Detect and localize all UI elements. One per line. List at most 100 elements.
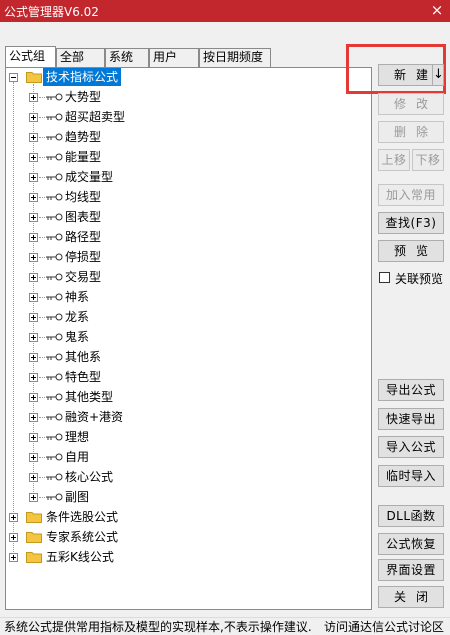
tab-by-date-frequency[interactable]: 按日期频度 [199,48,271,67]
tree-item[interactable]: 理想 [6,428,366,446]
expand-toggle[interactable] [29,113,38,122]
tree-item[interactable]: 其他类型 [6,388,366,406]
tree-item[interactable]: 趋势型 [6,128,366,146]
delete-button[interactable]: 删除 [378,121,444,143]
tree-item-label: 交易型 [65,270,102,284]
formula-key-icon [46,173,63,181]
window-title: 公式管理器V6.02 [4,5,99,19]
expand-toggle[interactable] [29,273,38,282]
formula-key-icon [46,93,63,101]
tab-system[interactable]: 系统 [105,48,149,67]
formula-restore-button[interactable]: 公式恢复 [378,533,444,555]
tree-item[interactable]: 鬼系 [6,328,366,346]
tree-item[interactable]: 超买超卖型 [6,108,366,126]
expand-toggle[interactable] [29,93,38,102]
expand-toggle[interactable] [29,213,38,222]
expand-toggle[interactable] [29,253,38,262]
tree-item[interactable]: 其他系 [6,348,366,366]
expand-toggle[interactable] [29,153,38,162]
tree-root-technical-indicators[interactable]: 技术指标公式 [6,68,366,86]
expand-toggle[interactable] [29,393,38,402]
dll-function-button[interactable]: DLL函数 [378,505,444,527]
formula-tree[interactable]: 技术指标公式大势型超买超卖型趋势型能量型成交量型均线型图表型路径型停损型交易型神… [5,67,372,610]
move-up-button[interactable]: 上移 [378,149,410,171]
tree-root-item-label: 专家系统公式 [46,530,119,544]
move-down-button[interactable]: 下移 [412,149,444,171]
tree-item[interactable]: 停损型 [6,248,366,266]
linked-preview-checkbox[interactable] [379,272,390,283]
formula-key-icon [46,413,63,421]
expand-toggle[interactable] [29,373,38,382]
formula-key-icon [46,313,63,321]
formula-key-icon [46,153,63,161]
close-button[interactable]: 关闭 [378,586,444,608]
tree-root-label[interactable]: 技术指标公式 [43,68,122,86]
close-window-button[interactable]: × [424,0,450,22]
expand-toggle[interactable] [9,513,18,522]
expand-toggle[interactable] [29,413,38,422]
formula-key-icon [46,373,63,381]
expand-toggle[interactable] [29,173,38,182]
preview-button[interactable]: 预览 [378,240,444,262]
tree-item-label: 自用 [65,450,90,464]
ui-settings-button[interactable]: 界面设置 [378,559,444,581]
tree-item[interactable]: 成交量型 [6,168,366,186]
tree-item[interactable]: 核心公式 [6,468,366,486]
expand-toggle[interactable] [29,473,38,482]
tree-item-label: 理想 [65,430,90,444]
formula-key-icon [46,133,63,141]
formula-forum-link[interactable]: 访问通达信公式讨论区 [324,619,444,635]
expand-toggle[interactable] [29,493,38,502]
tree-item-label: 其他类型 [65,390,114,404]
tree-item[interactable]: 副图 [6,488,366,506]
folder-icon [26,512,42,523]
quick-export-button[interactable]: 快速导出 [378,408,444,430]
tree-item[interactable]: 均线型 [6,188,366,206]
tab-formula-group[interactable]: 公式组 [5,46,56,67]
tree-item-label: 大势型 [65,90,102,104]
expand-toggle[interactable] [29,333,38,342]
formula-key-icon [46,213,63,221]
tree-root-item[interactable]: 条件选股公式 [6,508,366,526]
formula-key-icon [46,473,63,481]
tab-user[interactable]: 用户 [149,48,199,67]
expand-toggle[interactable] [9,533,18,542]
tree-root-item[interactable]: 专家系统公式 [6,528,366,546]
expand-toggle[interactable] [29,133,38,142]
tree-item[interactable]: 融资+港资 [6,408,366,426]
title-bar: 公式管理器V6.02 × [0,0,450,22]
import-formula-button[interactable]: 导入公式 [378,436,444,458]
tree-item-label: 成交量型 [65,170,114,184]
expand-toggle[interactable] [29,313,38,322]
expand-toggle[interactable] [29,433,38,442]
tree-item-label: 特色型 [65,370,102,384]
status-bar: 系统公式提供常用指标及模型的实现样本,不表示操作建议. 访问通达信公式讨论区 [0,617,450,635]
find-button[interactable]: 查找(F3) [378,212,444,234]
tab-all[interactable]: 全部 [56,48,105,67]
collapse-toggle[interactable] [9,73,18,82]
tree-item[interactable]: 特色型 [6,368,366,386]
formula-key-icon [46,433,63,441]
export-formula-button[interactable]: 导出公式 [378,379,444,401]
expand-toggle[interactable] [29,293,38,302]
tree-item[interactable]: 神系 [6,288,366,306]
tree-item[interactable]: 能量型 [6,148,366,166]
tree-root-item[interactable]: 五彩K线公式 [6,548,366,566]
new-dropdown-arrow[interactable]: ↓ [432,64,444,86]
tree-item[interactable]: 图表型 [6,208,366,226]
tree-item[interactable]: 龙系 [6,308,366,326]
temp-import-button[interactable]: 临时导入 [378,465,444,487]
add-common-button[interactable]: 加入常用 [378,184,444,206]
tree-item[interactable]: 路径型 [6,228,366,246]
expand-toggle[interactable] [29,453,38,462]
modify-button[interactable]: 修改 [378,93,444,115]
tree-root-item-label: 条件选股公式 [46,510,119,524]
expand-toggle[interactable] [29,353,38,362]
expand-toggle[interactable] [29,193,38,202]
expand-toggle[interactable] [9,553,18,562]
tree-item[interactable]: 自用 [6,448,366,466]
tree-item-label: 趋势型 [65,130,102,144]
tree-item[interactable]: 大势型 [6,88,366,106]
expand-toggle[interactable] [29,233,38,242]
tree-item[interactable]: 交易型 [6,268,366,286]
